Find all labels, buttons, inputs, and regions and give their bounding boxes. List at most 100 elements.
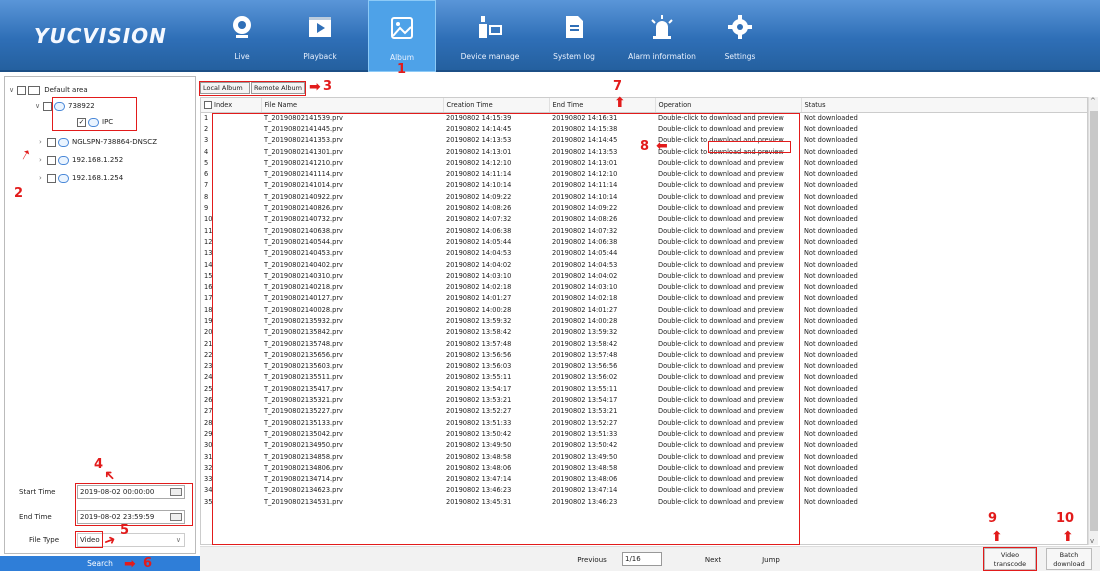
annotation-box-time xyxy=(75,483,193,526)
column-header-file-name[interactable]: File Name xyxy=(261,98,444,113)
status-cell: Not downloaded xyxy=(804,384,858,393)
status-cell: Not downloaded xyxy=(804,328,858,337)
status-cell: Not downloaded xyxy=(804,497,858,506)
app-logo: YUCVISION xyxy=(34,24,167,48)
gear-icon xyxy=(728,15,752,39)
column-header-end-time[interactable]: End Time xyxy=(549,98,656,113)
status-cell: Not downloaded xyxy=(804,260,858,269)
status-cell: Not downloaded xyxy=(804,147,858,156)
status-cell: Not downloaded xyxy=(804,316,858,325)
annotation-5: 5 xyxy=(120,523,130,538)
document-icon xyxy=(566,16,583,38)
chevron-right-icon[interactable]: › xyxy=(39,135,47,149)
status-cell: Not downloaded xyxy=(804,136,858,145)
tree-item-192-168-1-252[interactable]: › 192.168.1.252 xyxy=(39,153,123,167)
status-cell: Not downloaded xyxy=(804,475,858,484)
status-cell: Not downloaded xyxy=(804,158,858,167)
batch-download-button[interactable]: Batch download xyxy=(1046,548,1092,570)
status-cell: Not downloaded xyxy=(804,418,858,427)
column-header-creation-time[interactable]: Creation Time xyxy=(443,98,550,113)
chevron-down-icon: ∨ xyxy=(175,536,181,544)
chevron-right-icon[interactable]: › xyxy=(39,171,47,185)
search-button[interactable]: Search xyxy=(0,556,200,571)
previous-button[interactable]: Previous xyxy=(572,553,612,567)
webcam-icon xyxy=(233,16,251,38)
nav-playback[interactable]: Playback xyxy=(290,0,350,72)
nav-device-manage[interactable]: Device manage xyxy=(450,0,530,72)
column-header-operation[interactable]: Operation xyxy=(655,98,802,113)
nav-playback-label: Playback xyxy=(303,52,337,61)
annotation-arrow-7: ⬆ xyxy=(614,95,626,111)
annotation-box-tree xyxy=(52,97,137,131)
status-cell: Not downloaded xyxy=(804,283,858,292)
nav-system-log-label: System log xyxy=(553,52,595,61)
status-cell: Not downloaded xyxy=(804,429,858,438)
nav-live-label: Live xyxy=(234,52,250,61)
tree-root-label: Default area xyxy=(44,86,88,94)
checkbox[interactable] xyxy=(47,137,56,147)
annotation-box-type xyxy=(75,531,103,548)
film-icon xyxy=(309,17,331,37)
status-cell: Not downloaded xyxy=(804,113,858,122)
nav-live[interactable]: Live xyxy=(216,0,268,72)
annotation-box-transcode xyxy=(983,547,1037,571)
tree-item-label: 192.168.1.252 xyxy=(72,156,124,164)
tree-item-nglspn[interactable]: › NGLSPN-738864-DNSCZ xyxy=(39,135,157,149)
status-cell: Not downloaded xyxy=(804,305,858,314)
status-cell: Not downloaded xyxy=(804,237,858,246)
chevron-down-icon[interactable]: ∨ xyxy=(9,83,17,97)
filter-panel: Start Time 2019-08-02 00:00:00 End Time … xyxy=(4,478,196,554)
table-scrollbar[interactable]: ^ v xyxy=(1088,97,1098,545)
column-header-status[interactable]: Status xyxy=(801,98,1087,113)
table-header-row: Index File Name Creation Time End Time O… xyxy=(201,98,1087,113)
nav-system-log[interactable]: System log xyxy=(544,0,604,72)
annotation-box-table xyxy=(212,113,800,545)
status-cell: Not downloaded xyxy=(804,452,858,461)
column-header-index[interactable]: Index xyxy=(201,98,262,113)
start-time-label: Start Time xyxy=(19,488,56,496)
status-cell: Not downloaded xyxy=(804,181,858,190)
status-cell: Not downloaded xyxy=(804,215,858,224)
checkbox[interactable] xyxy=(47,155,56,165)
status-cell: Not downloaded xyxy=(804,463,858,472)
nav-alarm-information[interactable]: Alarm information xyxy=(620,0,704,72)
annotation-9: 9 xyxy=(988,511,998,526)
alarm-icon xyxy=(651,15,673,39)
nav-settings-label: Settings xyxy=(724,52,756,61)
annotation-arrow-8: ➡ xyxy=(656,138,668,154)
picture-icon xyxy=(391,17,413,39)
nav-device-manage-label: Device manage xyxy=(460,52,520,61)
page-input[interactable]: 1/16 xyxy=(622,552,662,566)
status-cell: Not downloaded xyxy=(804,226,858,235)
status-cell: Not downloaded xyxy=(804,486,858,495)
header-label: Index xyxy=(214,100,233,109)
status-cell: Not downloaded xyxy=(804,441,858,450)
annotation-arrow-3: ➡ xyxy=(309,79,321,95)
select-all-checkbox[interactable] xyxy=(204,100,212,109)
tree-item-192-168-1-254[interactable]: › 192.168.1.254 xyxy=(39,171,123,185)
annotation-8: 8 xyxy=(640,139,650,154)
device-icon xyxy=(58,173,69,183)
annotation-4: 4 xyxy=(94,457,104,472)
chevron-down-icon[interactable]: ∨ xyxy=(35,99,43,113)
chevron-right-icon[interactable]: › xyxy=(39,153,47,167)
status-cell: Not downloaded xyxy=(804,170,858,179)
scroll-up-icon[interactable]: ^ xyxy=(1090,97,1096,105)
checkbox[interactable] xyxy=(47,173,56,183)
tree-root[interactable]: ∨ Default area xyxy=(9,83,88,97)
annotation-1: 1 xyxy=(397,62,407,77)
status-cell: Not downloaded xyxy=(804,350,858,359)
status-cell: Not downloaded xyxy=(804,271,858,280)
scroll-down-icon[interactable]: v xyxy=(1090,537,1094,545)
jump-button[interactable]: Jump xyxy=(756,553,786,567)
next-button[interactable]: Next xyxy=(698,553,728,567)
top-nav-bar: YUCVISION Live Playback Album Device man… xyxy=(0,0,1100,72)
checkbox[interactable] xyxy=(43,101,52,111)
scrollbar-thumb[interactable] xyxy=(1090,111,1098,531)
status-cell: Not downloaded xyxy=(804,407,858,416)
nav-settings[interactable]: Settings xyxy=(712,0,768,72)
checkbox[interactable] xyxy=(17,85,26,95)
end-time-label: End Time xyxy=(19,513,52,521)
device-icon xyxy=(58,155,69,165)
annotation-10: 10 xyxy=(1056,511,1075,526)
